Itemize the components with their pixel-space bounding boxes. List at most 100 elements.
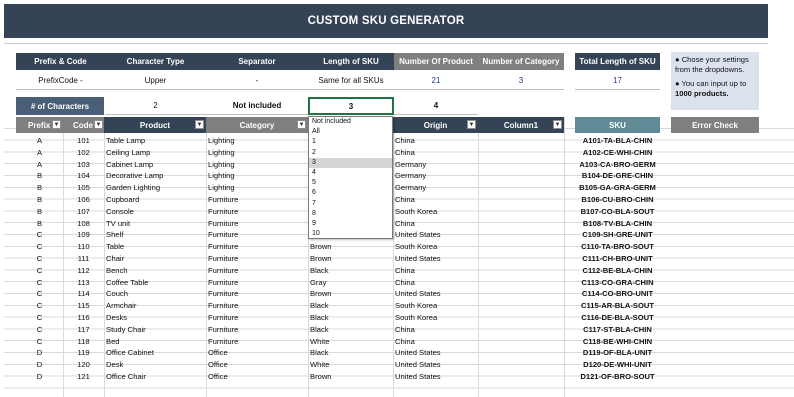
table-cell[interactable]: Black [310, 312, 393, 324]
table-cell[interactable]: United States [395, 371, 478, 383]
table-cell[interactable]: Lighting [208, 182, 308, 194]
character-type-select[interactable]: Upper [105, 71, 206, 90]
table-cell[interactable]: B [16, 170, 63, 182]
table-cell[interactable]: Ceiling Lamp [106, 147, 206, 159]
table-cell[interactable]: Furniture [208, 277, 308, 289]
table-cell[interactable]: Bed [106, 336, 206, 348]
dropdown-option[interactable]: 4 [309, 168, 392, 178]
table-cell[interactable]: Black [310, 265, 393, 277]
chars-origin-select[interactable]: 4 [394, 97, 478, 115]
table-cell[interactable]: Table Lamp [106, 135, 206, 147]
table-row[interactable]: D 119 Office Cabinet Office Black United Stat… [0, 347, 794, 359]
table-row[interactable]: C 114 Couch Furniture Brown United States C114… [0, 288, 794, 300]
table-cell[interactable]: 106 [63, 194, 104, 206]
table-row[interactable]: B 108 TV unit Furniture China B108-TV-BLA-CHI… [0, 218, 794, 230]
table-cell[interactable]: Office Chair [106, 371, 206, 383]
table-cell[interactable]: Germany [395, 170, 478, 182]
table-row[interactable]: A 103 Cabinet Lamp Lighting Germany A103-CA-B… [0, 159, 794, 171]
table-cell[interactable]: A [16, 135, 63, 147]
table-cell[interactable]: Couch [106, 288, 206, 300]
table-cell[interactable]: C [16, 288, 63, 300]
table-cell[interactable]: Lighting [208, 170, 308, 182]
table-header-prefix[interactable]: Prefix ▼ [16, 117, 63, 133]
table-cell[interactable]: South Korea [395, 312, 478, 324]
table-cell[interactable]: Furniture [208, 218, 308, 230]
table-cell[interactable]: C [16, 229, 63, 241]
table-cell[interactable]: B [16, 182, 63, 194]
table-cell[interactable]: Garden Lighting [106, 182, 206, 194]
table-cell[interactable]: China [395, 336, 478, 348]
table-cell[interactable]: Lighting [208, 159, 308, 171]
table-cell[interactable]: Table [106, 241, 206, 253]
table-cell[interactable]: Furniture [208, 336, 308, 348]
filter-dropdown-icon[interactable]: ▼ [467, 120, 476, 129]
table-cell[interactable]: Study Chair [106, 324, 206, 336]
table-cell[interactable]: South Korea [395, 300, 478, 312]
table-cell[interactable]: Furniture [208, 229, 308, 241]
table-row[interactable]: C 116 Desks Furniture Black South Korea C116-D… [0, 312, 794, 324]
table-cell[interactable]: Lighting [208, 147, 308, 159]
table-cell[interactable]: C [16, 277, 63, 289]
chars-color-select[interactable]: 3 [308, 97, 394, 115]
table-cell[interactable]: Furniture [208, 241, 308, 253]
table-cell[interactable]: Desks [106, 312, 206, 324]
table-cell[interactable]: Furniture [208, 300, 308, 312]
dropdown-option[interactable]: 9 [309, 219, 392, 229]
table-cell[interactable]: Brown [310, 241, 393, 253]
table-cell[interactable]: C [16, 253, 63, 265]
table-cell[interactable]: Cabinet Lamp [106, 159, 206, 171]
dropdown-option[interactable]: 8 [309, 209, 392, 219]
table-cell[interactable]: Germany [395, 182, 478, 194]
separator-select[interactable]: - [206, 71, 308, 90]
table-row[interactable]: D 121 Office Chair Office Brown United States… [0, 371, 794, 383]
table-cell[interactable]: China [395, 265, 478, 277]
table-cell[interactable]: Gray [310, 277, 393, 289]
table-cell[interactable]: D [16, 371, 63, 383]
table-cell[interactable]: B [16, 194, 63, 206]
table-cell[interactable]: China [395, 324, 478, 336]
table-cell[interactable]: United States [395, 359, 478, 371]
characters-dropdown-list[interactable]: Not included All 1 2 3 4 5 6 7 8 9 10 [308, 116, 393, 239]
table-cell[interactable]: Brown [310, 253, 393, 265]
table-cell[interactable]: 117 [63, 324, 104, 336]
table-cell[interactable]: 101 [63, 135, 104, 147]
table-cell[interactable]: 120 [63, 359, 104, 371]
table-cell[interactable]: Black [310, 324, 393, 336]
table-cell[interactable]: Furniture [208, 194, 308, 206]
table-row[interactable]: B 106 Cupboard Furniture China B106-CU-BRO-CH… [0, 194, 794, 206]
table-cell[interactable]: A [16, 147, 63, 159]
filter-dropdown-icon[interactable]: ▼ [297, 120, 306, 129]
table-cell[interactable]: 118 [63, 336, 104, 348]
table-header-product[interactable]: Product ▼ [104, 117, 206, 133]
dropdown-option[interactable]: 1 [309, 137, 392, 147]
table-cell[interactable]: Office [208, 359, 308, 371]
dropdown-option[interactable]: 10 [309, 229, 392, 239]
table-row[interactable]: B 104 Decorative Lamp Lighting Germany B104-D… [0, 170, 794, 182]
table-cell[interactable]: Black [310, 300, 393, 312]
table-cell[interactable]: C [16, 324, 63, 336]
table-cell[interactable]: 115 [63, 300, 104, 312]
table-cell[interactable]: China [395, 218, 478, 230]
table-cell[interactable]: 112 [63, 265, 104, 277]
table-cell[interactable]: White [310, 336, 393, 348]
table-row[interactable]: B 107 Console Furniture South Korea B107-CO-B… [0, 206, 794, 218]
table-row[interactable]: C 115 Armchair Furniture Black South Korea C11… [0, 300, 794, 312]
table-cell[interactable]: Office Cabinet [106, 347, 206, 359]
table-cell[interactable]: C [16, 300, 63, 312]
table-cell[interactable]: United States [395, 229, 478, 241]
table-cell[interactable]: Coffee Table [106, 277, 206, 289]
table-cell[interactable]: Furniture [208, 324, 308, 336]
table-cell[interactable]: Furniture [208, 253, 308, 265]
table-cell[interactable]: United States [395, 288, 478, 300]
table-cell[interactable]: 121 [63, 371, 104, 383]
table-row[interactable]: A 102 Ceiling Lamp Lighting China A102-CE-WHI… [0, 147, 794, 159]
table-cell[interactable]: 116 [63, 312, 104, 324]
chars-category-select[interactable]: Not included [206, 97, 308, 115]
dropdown-option[interactable]: Not included [309, 117, 392, 127]
table-cell[interactable]: 114 [63, 288, 104, 300]
filter-dropdown-icon[interactable]: ▼ [195, 120, 204, 129]
table-cell[interactable]: C [16, 265, 63, 277]
table-row[interactable]: C 109 Shelf Furniture United States C109-SH-G… [0, 229, 794, 241]
table-cell[interactable]: China [395, 277, 478, 289]
table-cell[interactable]: 108 [63, 218, 104, 230]
